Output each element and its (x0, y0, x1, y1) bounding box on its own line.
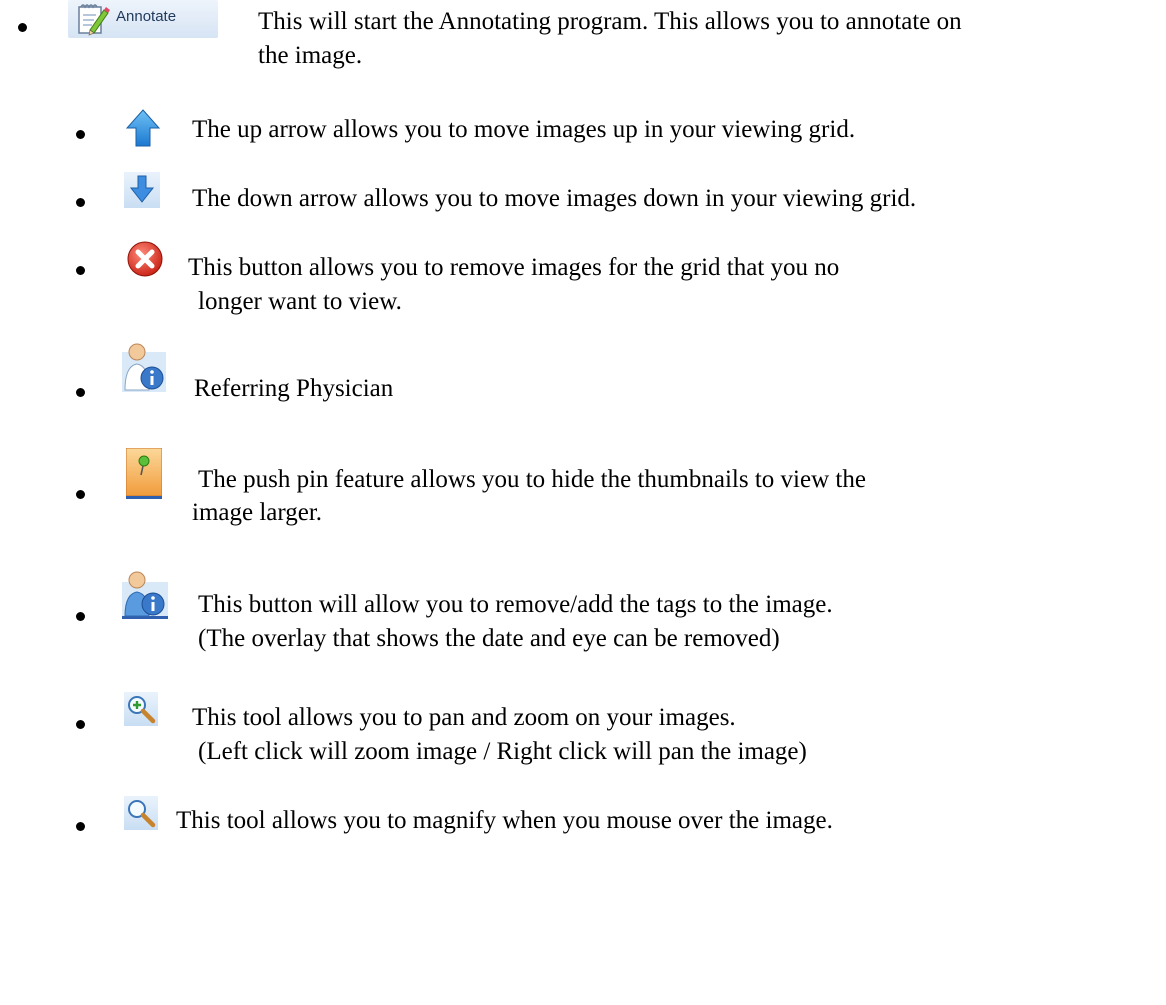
item-text: image larger. (192, 499, 323, 526)
item-text: The down arrow allows you to move images… (192, 185, 917, 212)
bullet (76, 720, 85, 729)
bullet (76, 822, 85, 831)
item-text: This button allows you to remove images … (188, 254, 840, 281)
up-arrow-icon (125, 108, 161, 153)
annotate-pencil-icon (76, 2, 110, 41)
item-text: This tool allows you to pan and zoom on … (192, 704, 736, 731)
annotate-button[interactable]: Annotate (68, 0, 218, 38)
annotate-button-label: Annotate (116, 8, 177, 25)
pan-zoom-icon (124, 692, 158, 731)
item-text: (The overlay that shows the date and eye… (198, 625, 780, 652)
item-text: The up arrow allows you to move images u… (192, 116, 856, 143)
bullet (76, 490, 85, 499)
item-text: (Left click will zoom image / Right clic… (198, 738, 807, 765)
bullet (76, 388, 85, 397)
tags-info-icon (122, 568, 168, 625)
bullet (76, 612, 85, 621)
item-text: This tool allows you to magnify when you… (176, 807, 833, 834)
item-text: The push pin feature allows you to hide … (198, 466, 866, 493)
item-text: Referring Physician (194, 375, 394, 402)
push-pin-icon (125, 447, 163, 505)
bullet (76, 266, 85, 275)
referring-physician-icon (122, 340, 166, 397)
magnify-icon (124, 796, 158, 835)
bullet (76, 130, 85, 139)
remove-x-icon (126, 240, 164, 283)
item-text: This button will allow you to remove/add… (198, 591, 833, 618)
bullet (76, 198, 85, 207)
item-text: longer want to view. (198, 288, 402, 315)
item-text: This will start the Annotating program. … (258, 8, 962, 35)
bullet (18, 23, 27, 32)
down-arrow-icon (124, 172, 160, 213)
item-text: the image. (258, 42, 363, 69)
